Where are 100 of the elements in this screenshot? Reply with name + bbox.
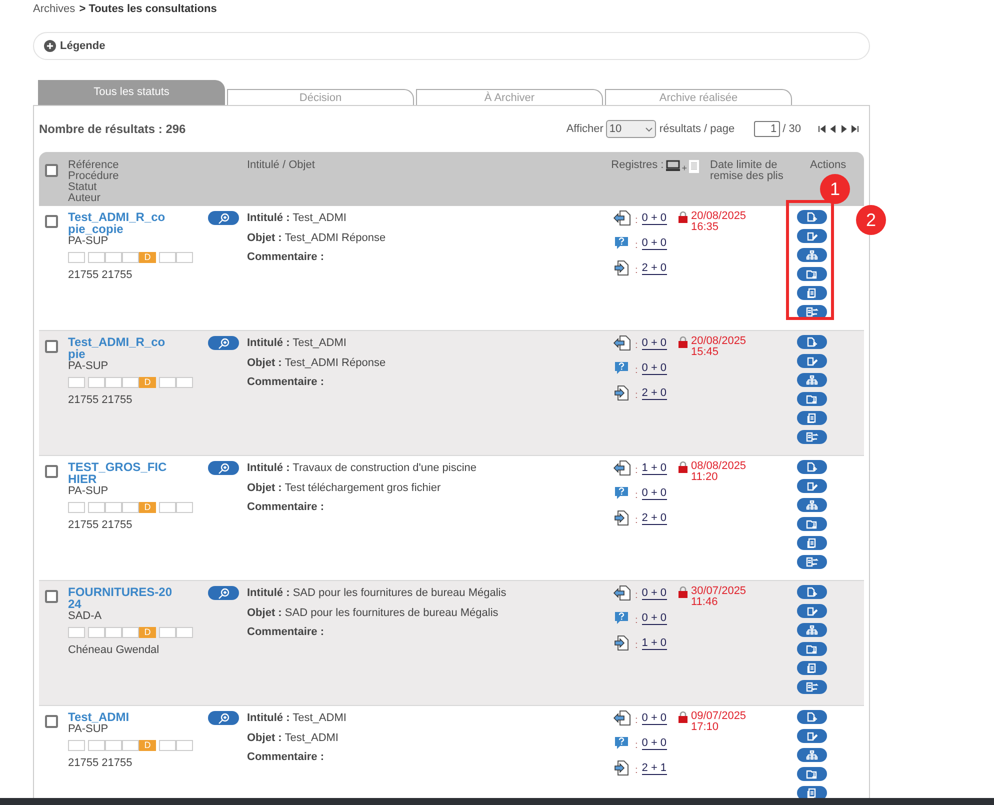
register-count-link[interactable]: 2 + 1 <box>642 762 667 774</box>
per-page-label: résultats / page <box>659 122 735 137</box>
folder-download-icon <box>805 394 819 404</box>
add-document-icon <box>805 212 819 222</box>
status-step: D <box>139 252 156 263</box>
folder-download-icon <box>805 644 819 654</box>
preview-button[interactable] <box>208 211 239 225</box>
field-text: Intitulé : Travaux de construction d'une piscine <box>247 461 478 476</box>
document-arrow-left-icon <box>613 585 631 601</box>
separator-text: : <box>635 264 638 278</box>
folder-download-icon <box>805 269 819 279</box>
padlock-icon <box>678 211 688 223</box>
magnifier-plus-icon <box>216 338 230 348</box>
preview-button[interactable] <box>208 461 239 475</box>
field-text: Commentaire : <box>247 500 326 515</box>
field-text: Commentaire : <box>247 375 326 390</box>
breadcrumb-link[interactable]: Archives <box>33 1 76 18</box>
padlock-icon <box>678 336 688 348</box>
clipboard-pencil-icon <box>805 231 819 241</box>
register-count-link[interactable]: 0 + 0 <box>642 586 667 600</box>
field-text: Objet : Test_ADMI Réponse <box>247 230 387 246</box>
previous-page-icon[interactable] <box>829 125 837 133</box>
hierarchy-icon <box>805 750 819 760</box>
column-header: Registres : <box>611 160 664 171</box>
next-page-icon[interactable] <box>840 125 848 133</box>
column-header: Intitulé / Objet <box>247 159 315 171</box>
first-page-icon[interactable] <box>818 125 826 133</box>
column-header: Date limite de remise des plis <box>710 159 784 182</box>
select-all-checkbox[interactable] <box>45 164 58 177</box>
document-icon <box>689 160 699 173</box>
field-text: Intitulé : Test_ADMI <box>247 211 348 226</box>
register-count-link[interactable]: 2 + 0 <box>642 262 667 274</box>
folder-download-icon <box>805 769 819 779</box>
folder-download-icon <box>805 519 819 529</box>
add-document-icon <box>805 337 819 347</box>
field-text: Intitulé : SAD pour les fournitures de bureau Mégalis <box>247 586 508 601</box>
separator-text: : <box>635 338 638 352</box>
row-checkbox[interactable] <box>45 215 58 228</box>
deadline-time: 11:20 <box>691 472 719 483</box>
separator-text: : <box>635 388 638 402</box>
document-arrows-icon <box>805 307 819 317</box>
register-count-link[interactable]: 0 + 0 <box>642 362 667 374</box>
separator-text: : <box>635 714 638 728</box>
deadline-date: 30/07/2025 <box>691 586 746 597</box>
status-step: D <box>139 740 156 751</box>
register-count-link[interactable]: 0 + 0 <box>642 736 667 750</box>
author-text: 21755 21755 <box>68 756 134 771</box>
document-arrow-left-icon <box>613 210 631 226</box>
register-count-link[interactable]: 0 + 0 <box>642 712 667 724</box>
deadline-date: 20/08/2025 <box>691 211 746 222</box>
field-text: Intitulé : Test_ADMI <box>247 711 348 726</box>
clipboard-pencil-icon <box>805 481 819 491</box>
plus-text: + <box>682 163 687 174</box>
document-arrow-right-icon <box>613 510 631 526</box>
preview-button[interactable] <box>208 711 239 725</box>
legend-toggle[interactable]: Légende <box>33 32 870 60</box>
question-bubble-icon <box>613 485 631 501</box>
register-count-link[interactable]: 0 + 0 <box>642 336 667 350</box>
page-size-select[interactable]: 10 <box>606 120 656 138</box>
chevron-down-icon <box>645 126 654 132</box>
field-text: Objet : Test téléchargement gros fichier <box>247 480 442 496</box>
separator-text: : <box>635 638 638 652</box>
separator-text: : <box>635 588 638 602</box>
clipboard-pencil-icon <box>805 356 819 366</box>
register-count-link[interactable]: 0 + 0 <box>642 212 667 224</box>
page-total: / 30 <box>782 122 801 137</box>
status-step: D <box>139 627 156 638</box>
row-checkbox[interactable] <box>45 340 58 353</box>
separator-text: : <box>635 764 638 778</box>
register-count-link[interactable]: 1 + 0 <box>642 636 667 650</box>
register-count-link[interactable]: 0 + 0 <box>642 486 667 500</box>
document-arrows-icon <box>805 682 819 692</box>
computer-icon <box>666 160 680 172</box>
deadline-time: 17:10 <box>691 722 720 733</box>
document-arrow-left-icon <box>613 460 631 476</box>
register-count-link[interactable]: 2 + 0 <box>642 386 667 400</box>
register-count-link[interactable]: 2 + 0 <box>642 512 667 524</box>
row-checkbox[interactable] <box>45 590 58 603</box>
register-count-link[interactable]: 0 + 0 <box>642 612 667 624</box>
preview-button[interactable] <box>208 586 239 600</box>
hierarchy-icon <box>805 250 819 260</box>
add-document-icon <box>805 462 819 472</box>
document-arrow-right-icon <box>613 635 631 651</box>
procedure-text: PA-SUP <box>68 360 110 372</box>
preview-button[interactable] <box>208 336 239 350</box>
register-count-link[interactable]: 0 + 0 <box>642 236 667 250</box>
procedure-text: PA-SUP <box>68 235 108 247</box>
row-checkbox[interactable] <box>45 715 58 728</box>
padlock-icon <box>678 461 688 473</box>
page-input[interactable]: 1 <box>754 121 780 137</box>
reference-link[interactable]: TEST_GROS_FICHIER <box>68 461 172 485</box>
document-arrows-icon <box>805 432 819 442</box>
add-document-icon <box>805 587 819 597</box>
register-count-link[interactable]: 1 + 0 <box>642 462 667 474</box>
last-page-icon[interactable] <box>851 125 859 133</box>
reference-link[interactable]: Test_ADMI <box>68 711 172 723</box>
row-checkbox[interactable] <box>45 465 58 478</box>
field-text: Objet : Test_ADMI Réponse <box>247 356 387 370</box>
reference-link[interactable]: Test_ADMI_R_copie_copie <box>68 211 172 235</box>
column-header: Actions <box>810 159 846 171</box>
